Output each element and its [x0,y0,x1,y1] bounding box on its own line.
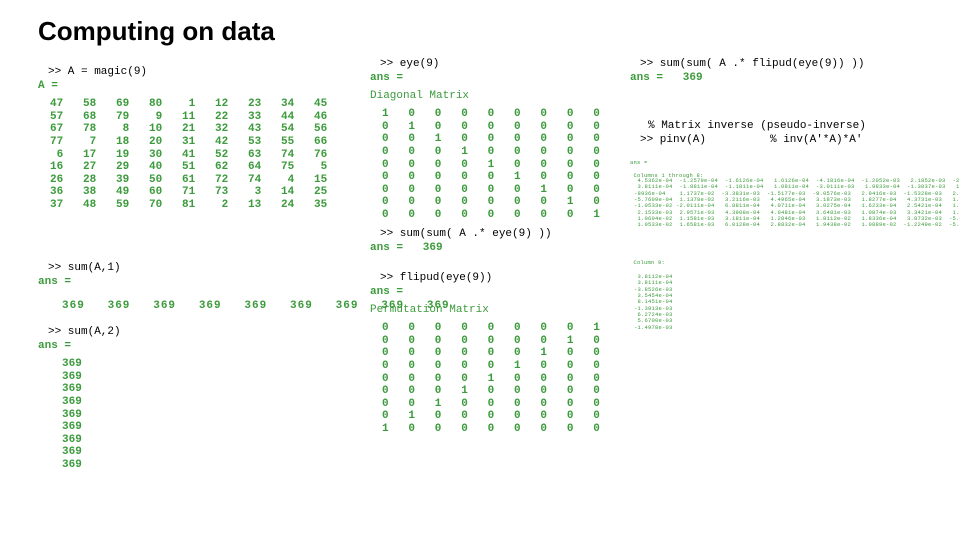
label-ans-eye9: ans = [370,72,403,85]
cmd-magic9: >> A = magic(9) [48,66,147,78]
cmd-flipud: >> flipud(eye(9)) [380,272,492,284]
cmd-sumsum-flipud: >> sum(sum( A .* flipud(eye(9)) )) [640,58,864,70]
label-diagonal-matrix: Diagonal Matrix [370,90,469,103]
matrix-flipud: 0 0 0 0 0 0 0 0 1 0 0 0 0 0 0 0 1 0 0 0 … [382,322,600,436]
cmd-sumsum-eye: >> sum(sum( A .* eye(9) )) [380,228,552,240]
pinv-body-cols1-8: 4.5362e-04 -1.2579e-04 -1.6126e-04 1.612… [634,178,960,229]
label-ans-sumA1: ans = [38,276,71,289]
cmd-pinv: >> pinv(A) [640,134,706,146]
label-ans-sumA2: ans = [38,340,71,353]
label-permutation-matrix: Permutation Matrix [370,304,489,317]
ans-sumsum-eye: ans = 369 [370,242,443,255]
comment-matrix-inverse: % Matrix inverse (pseudo-inverse) [648,120,866,132]
ans-sumsum-flipud: ans = 369 [630,72,703,85]
pinv-header-col9: Column 9: [630,260,665,266]
matrix-eye9: 1 0 0 0 0 0 0 0 0 0 1 0 0 0 0 0 0 0 0 0 … [382,108,600,222]
label-A: A = [38,80,58,93]
slide-title: Computing on data [38,16,275,47]
matrix-magic9: 47 58 69 80 1 12 23 34 45 57 68 79 9 11 … [50,98,327,212]
cmd-sumA2: >> sum(A,2) [48,326,121,338]
pinv-body-col9: 3.8112e-04 3.8111e-04 -3.8526e-03 3.5454… [634,274,673,331]
comment-inv-formula: % inv(A'*A)*A' [770,134,862,146]
label-ans-flipud: ans = [370,286,403,299]
cmd-eye9: >> eye(9) [380,58,439,70]
col-sumA2: 369 369 369 369 369 369 369 369 369 [62,358,82,472]
cmd-sumA1: >> sum(A,1) [48,262,121,274]
